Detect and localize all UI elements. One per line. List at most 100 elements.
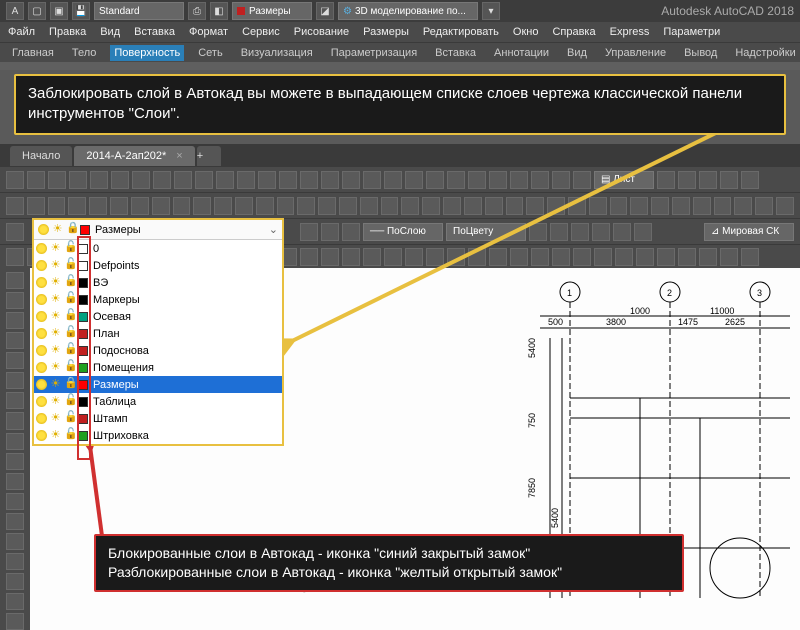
toolbar-button[interactable]	[401, 197, 419, 215]
toolbar-button[interactable]	[132, 171, 150, 189]
toolbar-button[interactable]	[193, 197, 211, 215]
toolbar-button[interactable]	[384, 248, 402, 266]
toolbar-button[interactable]	[153, 171, 171, 189]
menu-item[interactable]: Express	[610, 26, 650, 38]
tool-button[interactable]	[6, 372, 24, 389]
toolbar-button[interactable]	[552, 171, 570, 189]
toolbar-button[interactable]	[27, 197, 45, 215]
toolbar-button[interactable]	[531, 248, 549, 266]
ribbon-tab[interactable]: Визуализация	[237, 45, 317, 61]
toolbar-button[interactable]	[426, 171, 444, 189]
toolbar-button[interactable]	[69, 171, 87, 189]
freeze-icon[interactable]: ☀	[50, 243, 61, 254]
tool-button[interactable]	[6, 453, 24, 470]
toolbar-button[interactable]	[297, 197, 315, 215]
menu-item[interactable]: Редактировать	[423, 26, 499, 38]
lightbulb-icon[interactable]	[36, 294, 47, 305]
save-icon[interactable]: 💾	[72, 2, 90, 20]
toolbar-button[interactable]	[405, 248, 423, 266]
toolbar-button[interactable]	[256, 197, 274, 215]
freeze-icon[interactable]: ☀	[50, 413, 61, 424]
lightbulb-icon[interactable]	[36, 328, 47, 339]
lightbulb-icon[interactable]	[36, 277, 47, 288]
freeze-icon[interactable]: ☀	[50, 430, 61, 441]
toolbar-button[interactable]	[216, 171, 234, 189]
qat-icon3[interactable]: ◪	[316, 2, 334, 20]
toolbar-button[interactable]	[339, 197, 357, 215]
toolbar-button[interactable]	[111, 171, 129, 189]
ribbon-tab[interactable]: Вывод	[680, 45, 721, 61]
toolbar-button[interactable]	[755, 197, 773, 215]
toolbar-button[interactable]	[321, 248, 339, 266]
lightbulb-icon[interactable]	[36, 311, 47, 322]
color-swatch[interactable]	[80, 225, 90, 235]
freeze-icon[interactable]: ☀	[50, 396, 61, 407]
ribbon-tab[interactable]: Управление	[601, 45, 670, 61]
layer-row[interactable]: ☀🔓ВЭ	[34, 274, 282, 291]
toolbar-button[interactable]	[300, 248, 318, 266]
ribbon-tab[interactable]: Тело	[68, 45, 101, 61]
layer-row[interactable]: ☀🔒Размеры	[34, 376, 282, 393]
toolbar-button[interactable]	[464, 197, 482, 215]
toolbar-button[interactable]	[405, 171, 423, 189]
bycolor-combo[interactable]: ПоЦвету	[446, 223, 526, 241]
toolbar-button[interactable]	[468, 171, 486, 189]
doc-tab-active[interactable]: 2014-А-2ап202*×	[74, 146, 194, 166]
layer-row[interactable]: ☀🔓Таблица	[34, 393, 282, 410]
ribbon-tab[interactable]: Надстройки	[731, 45, 799, 61]
qat-icon4[interactable]: ▾	[482, 2, 500, 20]
toolbar-button[interactable]	[152, 197, 170, 215]
ribbon-tab[interactable]: Поверхность	[110, 45, 184, 61]
freeze-icon[interactable]: ☀	[50, 328, 61, 339]
toolbar-button[interactable]	[90, 171, 108, 189]
toolbar-button[interactable]	[173, 197, 191, 215]
toolbar-button[interactable]	[651, 197, 669, 215]
menu-item[interactable]: Размеры	[363, 26, 409, 38]
freeze-icon[interactable]: ☀	[50, 379, 61, 390]
toolbar-button[interactable]	[443, 197, 461, 215]
toolbar-button[interactable]	[741, 248, 759, 266]
ribbon-tab[interactable]: Вид	[563, 45, 591, 61]
tool-button[interactable]	[6, 352, 24, 369]
lock-open-icon[interactable]: 🔓	[64, 242, 75, 255]
freeze-icon[interactable]: ☀	[52, 224, 63, 235]
toolbar-button[interactable]	[6, 197, 24, 215]
layer-row[interactable]: ☀🔓0	[34, 240, 282, 257]
lightbulb-icon[interactable]	[36, 362, 47, 373]
menu-item[interactable]: Окно	[513, 26, 539, 38]
qat-icon2[interactable]: ◧	[210, 2, 228, 20]
qat-icon[interactable]: ⎙	[188, 2, 206, 20]
toolbar-button[interactable]	[776, 197, 794, 215]
open-icon[interactable]: ▣	[50, 2, 68, 20]
ribbon-tab[interactable]: Вставка	[431, 45, 480, 61]
toolbar-button[interactable]	[573, 171, 591, 189]
lock-open-icon[interactable]: 🔓	[64, 429, 75, 442]
layer-row[interactable]: ☀🔒Размеры⌄	[34, 220, 282, 240]
lock-open-icon[interactable]: 🔓	[64, 395, 75, 408]
lightbulb-icon[interactable]	[36, 396, 47, 407]
toolbar-button[interactable]	[678, 248, 696, 266]
lock-open-icon[interactable]: 🔓	[64, 344, 75, 357]
sheet-field[interactable]: ▤ Лист	[594, 171, 654, 189]
ribbon-tab[interactable]: Аннотации	[490, 45, 553, 61]
menu-item[interactable]: Рисование	[294, 26, 349, 38]
lightbulb-icon[interactable]	[38, 224, 49, 235]
doc-tab-start[interactable]: Начало	[10, 146, 72, 166]
layer-row[interactable]: ☀🔓Осевая	[34, 308, 282, 325]
dim-combo[interactable]: Размеры	[232, 2, 312, 20]
toolbar-button[interactable]	[468, 248, 486, 266]
toolbar-button[interactable]	[672, 197, 690, 215]
tool-button[interactable]	[6, 533, 24, 550]
wcs-combo[interactable]: ⊿ Мировая СК	[704, 223, 794, 241]
tool-button[interactable]	[6, 493, 24, 510]
tool-button[interactable]	[6, 392, 24, 409]
toolbar-button[interactable]	[720, 248, 738, 266]
toolbar-button[interactable]	[510, 171, 528, 189]
freeze-icon[interactable]: ☀	[50, 260, 61, 271]
toolbar-button[interactable]	[447, 171, 465, 189]
toolbar-button[interactable]	[110, 197, 128, 215]
menu-item[interactable]: Вставка	[134, 26, 175, 38]
tool-button[interactable]	[6, 473, 24, 490]
tool-button[interactable]	[6, 332, 24, 349]
style-combo[interactable]: Standard	[94, 2, 184, 20]
